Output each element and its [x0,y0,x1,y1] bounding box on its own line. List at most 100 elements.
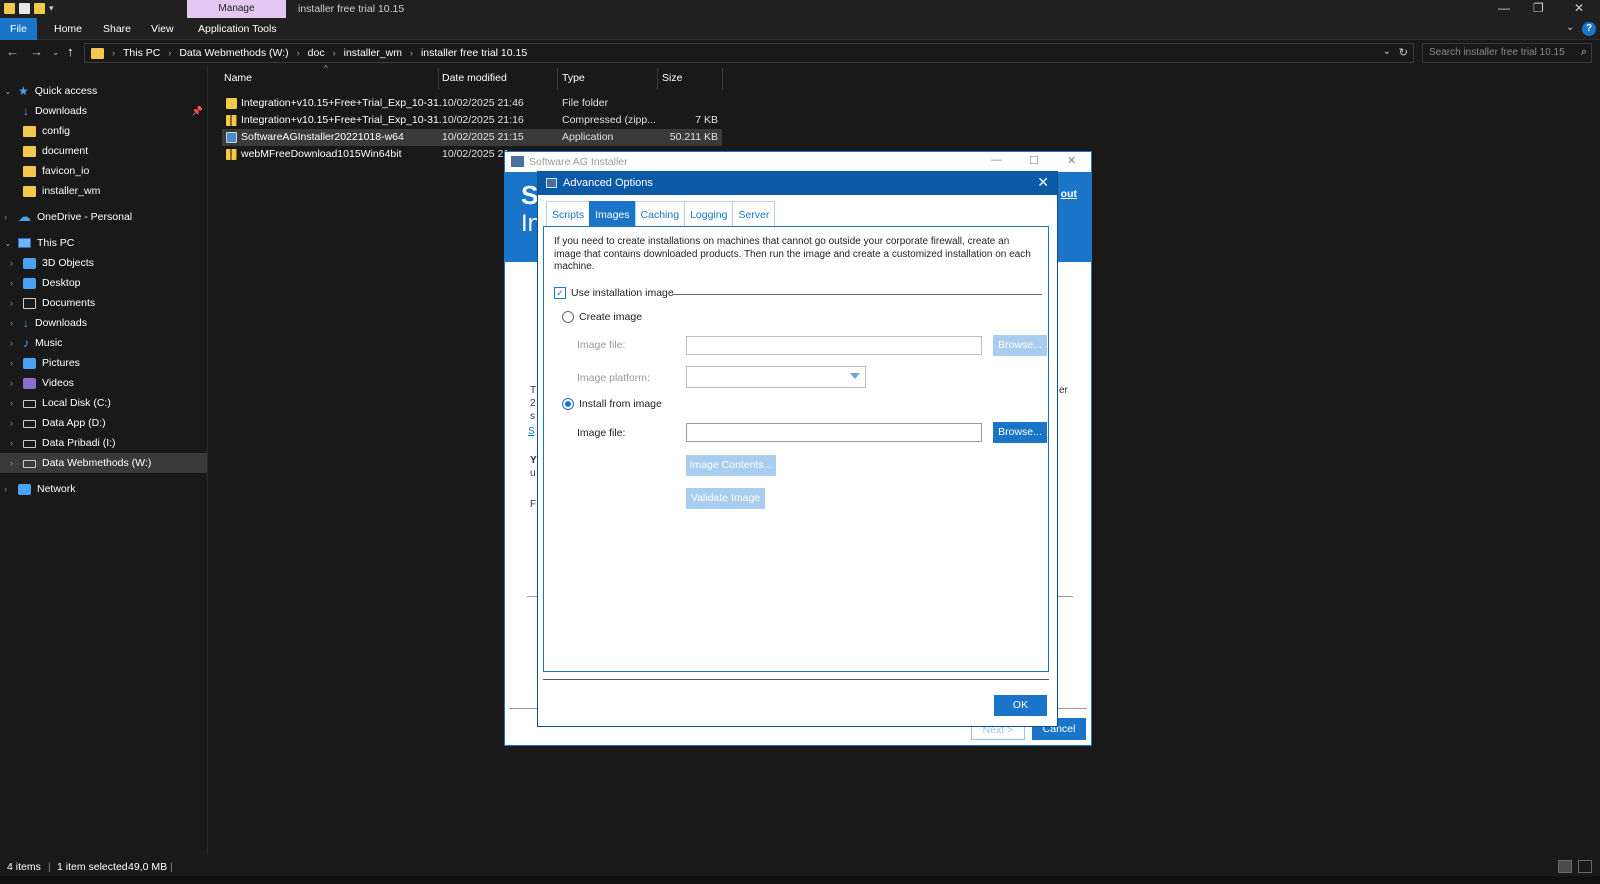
use-installation-image-checkbox[interactable]: ✓ Use installation image [554,287,674,299]
close-icon[interactable]: ✕ [1067,154,1076,167]
tab-application-tools[interactable]: Application Tools [198,18,277,40]
chevron-right-icon[interactable]: › [10,358,13,368]
create-image-radio[interactable]: Create image [562,311,642,323]
address-dropdown-icon[interactable]: ⌄ [1383,46,1391,57]
file-row[interactable]: Integration+v10.15+Free+Trial_Exp_10-31.… [222,95,722,112]
breadcrumb-installer-wm[interactable]: installer_wm [344,47,402,59]
radio-unselected-icon[interactable] [562,311,574,323]
chevron-right-icon[interactable]: › [4,212,7,222]
sidebar-item-data-app-d[interactable]: › Data App (D:) [0,413,207,433]
chevron-down-icon[interactable]: ⌄ [4,238,12,249]
breadcrumb-current[interactable]: installer free trial 10.15 [421,47,527,59]
sidebar-item-data-pribadi-i[interactable]: › Data Pribadi (I:) [0,433,207,453]
image-contents-button[interactable]: Image Contents... [686,455,776,476]
large-icons-view-button[interactable] [1578,860,1592,873]
chevron-right-icon[interactable]: › [4,484,7,494]
chevron-down-icon[interactable]: ⌄ [1566,22,1574,33]
sidebar-item-videos[interactable]: › Videos [0,373,207,393]
sidebar-item-installer-wm[interactable]: installer_wm [0,181,207,201]
chevron-right-icon[interactable]: › [10,298,13,308]
file-row[interactable]: Integration+v10.15+Free+Trial_Exp_10-31.… [222,112,722,129]
column-size[interactable]: Size [662,72,682,84]
install-from-image-radio[interactable]: Install from image [562,398,662,410]
close-icon[interactable]: ✕ [1037,174,1049,191]
sidebar-item-favicon-io[interactable]: favicon_io [0,161,207,181]
refresh-icon[interactable]: ↻ [1399,46,1408,59]
sidebar-item-downloads-pc[interactable]: › ↓ Downloads [0,313,207,333]
sidebar-item-desktop[interactable]: › Desktop [0,273,207,293]
chevron-right-icon[interactable]: › [10,378,13,388]
recent-locations-icon[interactable]: ⌄ [52,47,60,58]
column-type[interactable]: Type [562,72,585,84]
help-icon[interactable]: ? [1582,22,1596,36]
chevron-right-icon[interactable]: › [10,438,13,448]
chevron-right-icon[interactable]: › [10,318,13,328]
column-name[interactable]: Name [224,72,252,84]
tab-logging[interactable]: Logging [684,201,734,227]
customize-toolbar-icon[interactable]: ▾ [49,3,54,14]
sidebar-item-label: 3D Objects [42,257,94,269]
sidebar-item-document[interactable]: document [0,141,207,161]
folder-icon[interactable] [4,3,15,14]
breadcrumb-this-pc[interactable]: This PC [123,47,160,59]
tab-server[interactable]: Server [732,201,776,227]
properties-icon[interactable] [19,3,30,14]
tab-view[interactable]: View [151,18,174,40]
chevron-right-icon[interactable]: › [10,418,13,428]
installer-link-fragment[interactable]: S [528,426,535,437]
image-platform-select[interactable] [686,366,866,388]
validate-image-button[interactable]: Validate Image [686,488,765,509]
chevron-right-icon[interactable]: › [10,338,13,348]
tab-home[interactable]: Home [54,18,82,40]
sidebar-item-local-disk-c[interactable]: › Local Disk (C:) [0,393,207,413]
chevron-right-icon[interactable]: › [10,458,13,468]
create-browse-button[interactable]: Browse... [993,335,1047,356]
manage-tab[interactable]: Manage [187,0,286,18]
sidebar-item-pictures[interactable]: › Pictures [0,353,207,373]
sidebar-item-music[interactable]: › ♪ Music [0,333,207,353]
close-icon[interactable]: ✕ [1574,1,1584,15]
radio-selected-icon[interactable] [562,398,574,410]
sidebar-item-data-webmethods-w[interactable]: › Data Webmethods (W:) [0,453,207,473]
sidebar-item-quick-access[interactable]: ⌄ ★ Quick access [0,81,207,101]
details-view-button[interactable] [1558,860,1572,873]
sidebar-item-config[interactable]: config [0,121,207,141]
pin-icon[interactable]: 📌 [192,106,203,117]
minimize-icon[interactable]: — [991,154,1002,166]
maximize-icon[interactable]: ❐ [1533,1,1544,15]
tab-share[interactable]: Share [103,18,131,40]
sidebar-item-downloads[interactable]: ↓ Downloads 📌 [0,101,207,121]
file-row-selected[interactable]: SoftwareAGInstaller20221018-w64 10/02/20… [222,129,722,146]
chevron-right-icon[interactable]: › [10,278,13,288]
tab-caching[interactable]: Caching [634,201,686,227]
column-date-modified[interactable]: Date modified [442,72,507,84]
chevron-right-icon[interactable]: › [10,258,13,268]
install-image-file-field[interactable] [686,423,982,442]
tab-scripts[interactable]: Scripts [546,201,591,227]
file-date: 10/02/2025 21:16 [442,114,524,126]
search-input[interactable]: Search installer free trial 10.15 ⌕ [1422,43,1592,63]
sidebar-item-documents[interactable]: › Documents [0,293,207,313]
sidebar-item-onedrive[interactable]: › ☁ OneDrive - Personal [0,207,207,227]
back-icon[interactable]: ← [6,44,19,59]
banner-link[interactable]: out [1061,188,1077,200]
checkbox-checked-icon[interactable]: ✓ [554,287,566,299]
minimize-icon[interactable]: — [1498,1,1510,15]
maximize-icon[interactable]: ☐ [1029,154,1039,167]
sidebar-item-3d-objects[interactable]: › 3D Objects [0,253,207,273]
sidebar-item-this-pc[interactable]: ⌄ This PC [0,233,207,253]
tab-file[interactable]: File [0,18,37,40]
ok-button[interactable]: OK [994,695,1047,716]
sidebar-item-network[interactable]: › Network [0,479,207,499]
chevron-right-icon[interactable]: › [10,398,13,408]
breadcrumb-doc[interactable]: doc [308,47,325,59]
chevron-down-icon[interactable]: ⌄ [4,86,12,97]
install-browse-button[interactable]: Browse... [993,422,1047,443]
up-icon[interactable]: ↑ [67,44,74,59]
new-folder-icon[interactable] [34,3,45,14]
address-bar[interactable]: › This PC › Data Webmethods (W:) › doc ›… [84,43,1414,63]
breadcrumb-drive[interactable]: Data Webmethods (W:) [179,47,288,59]
create-image-file-field[interactable] [686,336,982,355]
forward-icon[interactable]: → [30,44,43,59]
tab-images[interactable]: Images [589,201,636,227]
